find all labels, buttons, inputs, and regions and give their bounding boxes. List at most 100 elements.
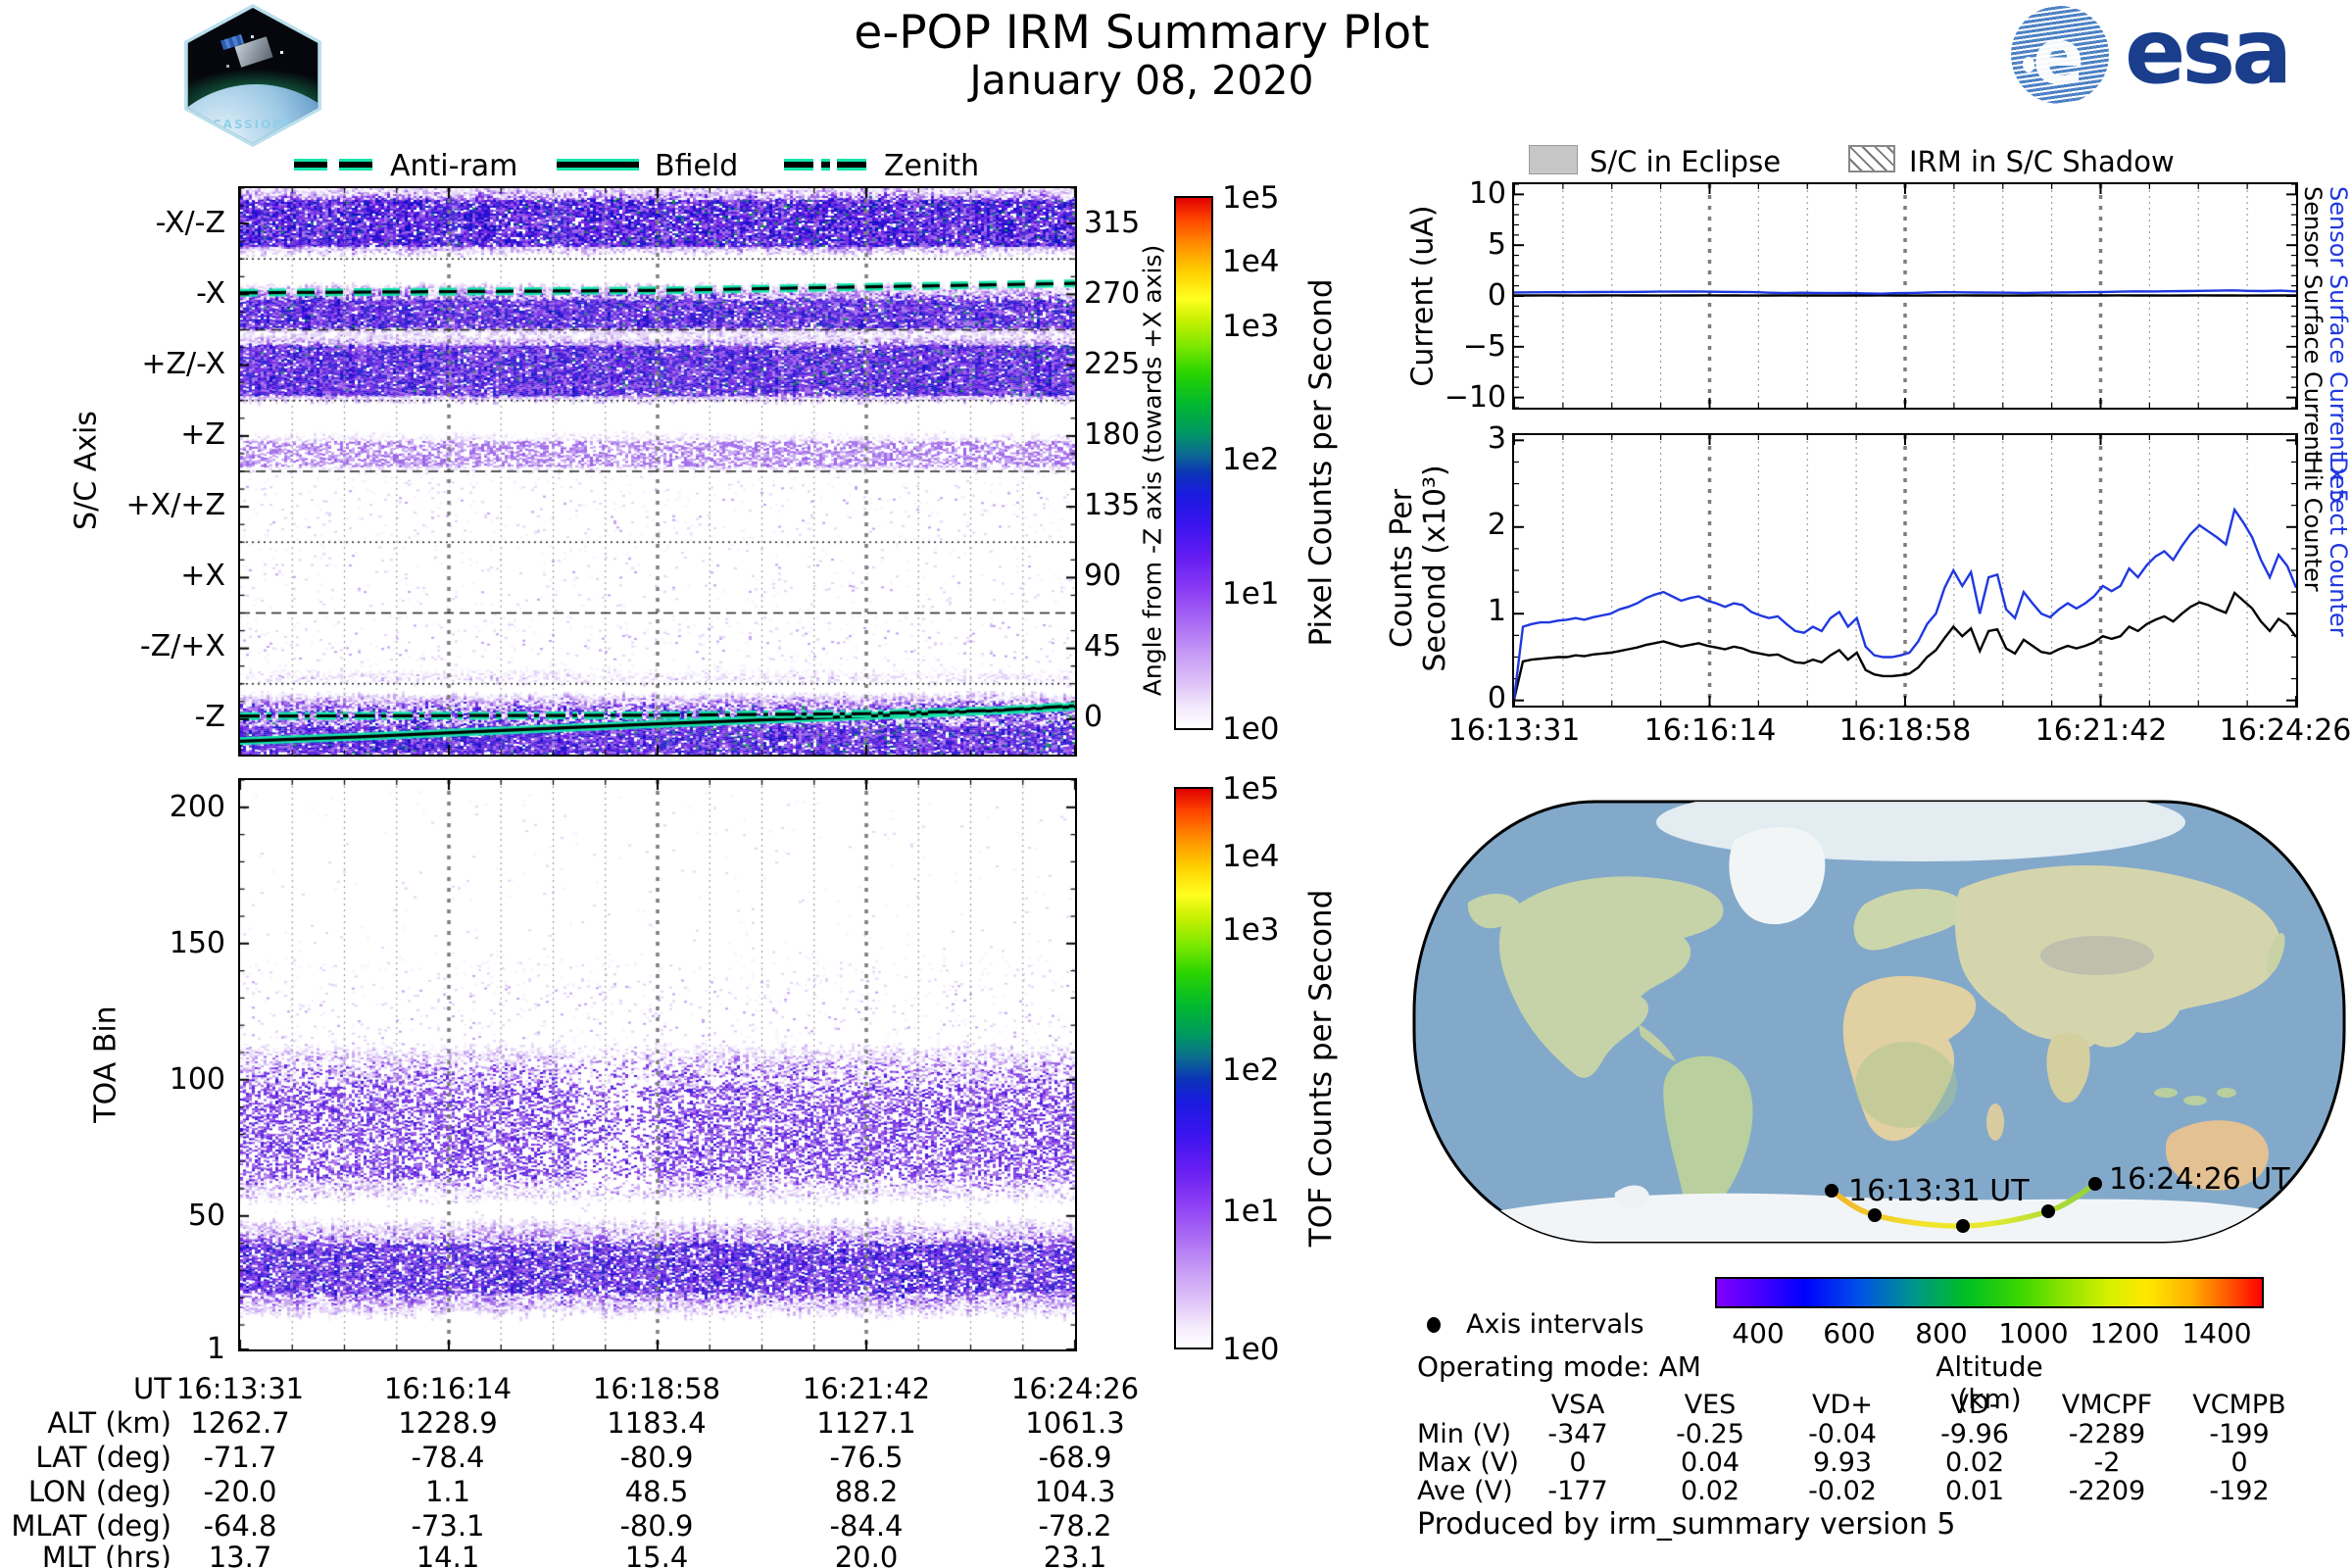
voltage-col-header: VD-	[1950, 1390, 1999, 1420]
ephemeris-value: 1228.9	[398, 1406, 498, 1440]
page-title: e-POP IRM Summary Plot	[854, 6, 1430, 60]
ephemeris-value: -73.1	[411, 1509, 485, 1543]
antiram-legend-label: Anti-ram	[390, 149, 518, 183]
current-tick-label: −5	[1462, 329, 1506, 364]
ephemeris-value: 20.0	[834, 1541, 899, 1568]
tof-counts-colorbar	[1174, 787, 1213, 1349]
eclipse-legend-label: S/C in Eclipse	[1590, 145, 1782, 178]
ephemeris-value: -78.2	[1038, 1509, 1112, 1543]
time-tick-label: 16:24:26	[2219, 713, 2352, 748]
axis-interval-dot	[2088, 1177, 2102, 1191]
ephemeris-row-label: UT	[133, 1372, 172, 1405]
angle-tick-label: 0	[1084, 700, 1103, 734]
voltage-value: -0.02	[1808, 1476, 1877, 1506]
shadow-legend-label: IRM in S/C Shadow	[1909, 145, 2175, 178]
colorbar-tick: 1e0	[1222, 1332, 1280, 1367]
voltage-value: -192	[2209, 1476, 2270, 1506]
time-tick-label: 16:16:14	[1643, 713, 1777, 748]
ephemeris-row-label: ALT (km)	[47, 1406, 172, 1440]
axis-tick-label: -X/-Z	[155, 206, 225, 240]
angle-tick-label: 135	[1084, 488, 1141, 522]
current-right-label-black: Sensor Surface Current	[2299, 186, 2327, 461]
ephemeris-value: -80.9	[619, 1441, 694, 1474]
voltage-value: -0.04	[1808, 1419, 1877, 1449]
voltage-value: -9.96	[1940, 1419, 2009, 1449]
axis-tick-label: -Z/+X	[139, 629, 225, 663]
voltage-value: -2209	[2068, 1476, 2146, 1506]
track-start-label: 16:13:31 UT	[1848, 1174, 2030, 1208]
current-tick-label: 0	[1487, 278, 1506, 313]
colorbar-tick: 1e3	[1222, 912, 1280, 948]
colorbar-tick: 1e2	[1222, 1053, 1280, 1088]
axis-interval-dot	[1868, 1208, 1882, 1222]
sc-axis-spectrogram-plot	[238, 186, 1077, 757]
ephemeris-value: -76.5	[829, 1441, 904, 1474]
angle-axis-label: Angle from -Z axis (towards +X axis)	[1138, 244, 1167, 697]
counts-plot-svg	[1512, 435, 2298, 706]
zenith-legend-line	[784, 159, 866, 171]
colorbar-tick: 1e5	[1222, 771, 1280, 807]
indonesia-2	[2183, 1096, 2207, 1105]
ephemeris-value: 1262.7	[190, 1406, 290, 1440]
ephemeris-value: -84.4	[829, 1509, 904, 1543]
voltage-value: 0.01	[1944, 1476, 2005, 1506]
counts-tick-label: 1	[1487, 594, 1506, 628]
altitude-colorbar	[1715, 1277, 2264, 1308]
ephemeris-row-label: MLAT (deg)	[11, 1509, 172, 1543]
footer-version: Produced by irm_summary version 5	[1417, 1507, 1956, 1542]
counts-tick-label: 3	[1487, 421, 1506, 456]
ephemeris-value: 16:24:26	[1010, 1372, 1140, 1405]
ephemeris-value: -64.8	[203, 1509, 277, 1543]
zenith-legend-label: Zenith	[884, 149, 980, 183]
angle-tick-label: 270	[1084, 276, 1141, 311]
colorbar-tick: 1e5	[1222, 180, 1280, 216]
voltage-col-header: VES	[1684, 1390, 1737, 1420]
eclipse-legend-swatch	[1529, 145, 1578, 174]
ephemeris-value: 1183.4	[607, 1406, 707, 1440]
ephemeris-value: 23.1	[1043, 1541, 1107, 1568]
voltage-value: 0.04	[1680, 1447, 1740, 1478]
ephemeris-value: 104.3	[1034, 1475, 1116, 1508]
angle-tick-label: 225	[1084, 347, 1141, 381]
madagascar	[1986, 1103, 2004, 1141]
bfield-legend-label: Bfield	[655, 149, 739, 183]
counts-tick-label: 0	[1487, 681, 1506, 715]
current-plot-svg	[1513, 183, 2297, 409]
shadow-legend-swatch	[1848, 145, 1895, 172]
cassiope-mission-patch: CASSIOPE	[184, 4, 321, 147]
axis-intervals-dot-icon	[1427, 1317, 1441, 1333]
axis-tick-label: +X/+Z	[125, 488, 225, 522]
counts-plot	[1512, 433, 2298, 708]
ephemeris-value: 16:16:14	[383, 1372, 513, 1405]
voltage-col-header: VCMPB	[2192, 1390, 2286, 1420]
altitude-tick: 1200	[2089, 1317, 2160, 1349]
ephemeris-value: 13.7	[208, 1541, 272, 1568]
axis-tick-label: +Z/-X	[141, 347, 225, 381]
voltage-value: -2289	[2068, 1419, 2146, 1449]
track-end-label: 16:24:26 UT	[2109, 1162, 2290, 1197]
time-tick-label: 16:21:42	[2034, 713, 2168, 748]
ephemeris-value: 88.2	[834, 1475, 899, 1508]
voltage-value: 0	[1569, 1447, 1587, 1478]
altitude-tick: 400	[1732, 1317, 1785, 1349]
ephemeris-value: -71.7	[203, 1441, 277, 1474]
tof-counts-colorbar-label: TOF Counts per Second	[1303, 889, 1339, 1248]
voltage-value: -2	[2093, 1447, 2121, 1478]
axis-intervals-label: Axis intervals	[1466, 1309, 1644, 1340]
voltage-value: -0.25	[1676, 1419, 1744, 1449]
bfield-legend-line	[557, 159, 639, 171]
toa-tick-label: 1	[206, 1332, 225, 1366]
toa-tick-label: 100	[169, 1062, 225, 1097]
time-tick-label: 16:13:31	[1447, 713, 1581, 748]
voltage-col-header: VD+	[1812, 1390, 1873, 1420]
current-tick-label: −10	[1444, 380, 1506, 415]
ephemeris-value: 1.1	[424, 1475, 471, 1508]
patch-text: CASSIOPE	[212, 118, 294, 131]
ephemeris-row-label: LON (deg)	[27, 1475, 172, 1508]
ephemeris-value: 16:13:31	[175, 1372, 305, 1405]
patch-stars	[212, 25, 215, 28]
altitude-tick: 800	[1915, 1317, 1968, 1349]
esa-globe-icon: e	[2011, 6, 2109, 104]
voltage-value: 0.02	[1680, 1476, 1740, 1506]
voltage-value: -199	[2209, 1419, 2270, 1449]
